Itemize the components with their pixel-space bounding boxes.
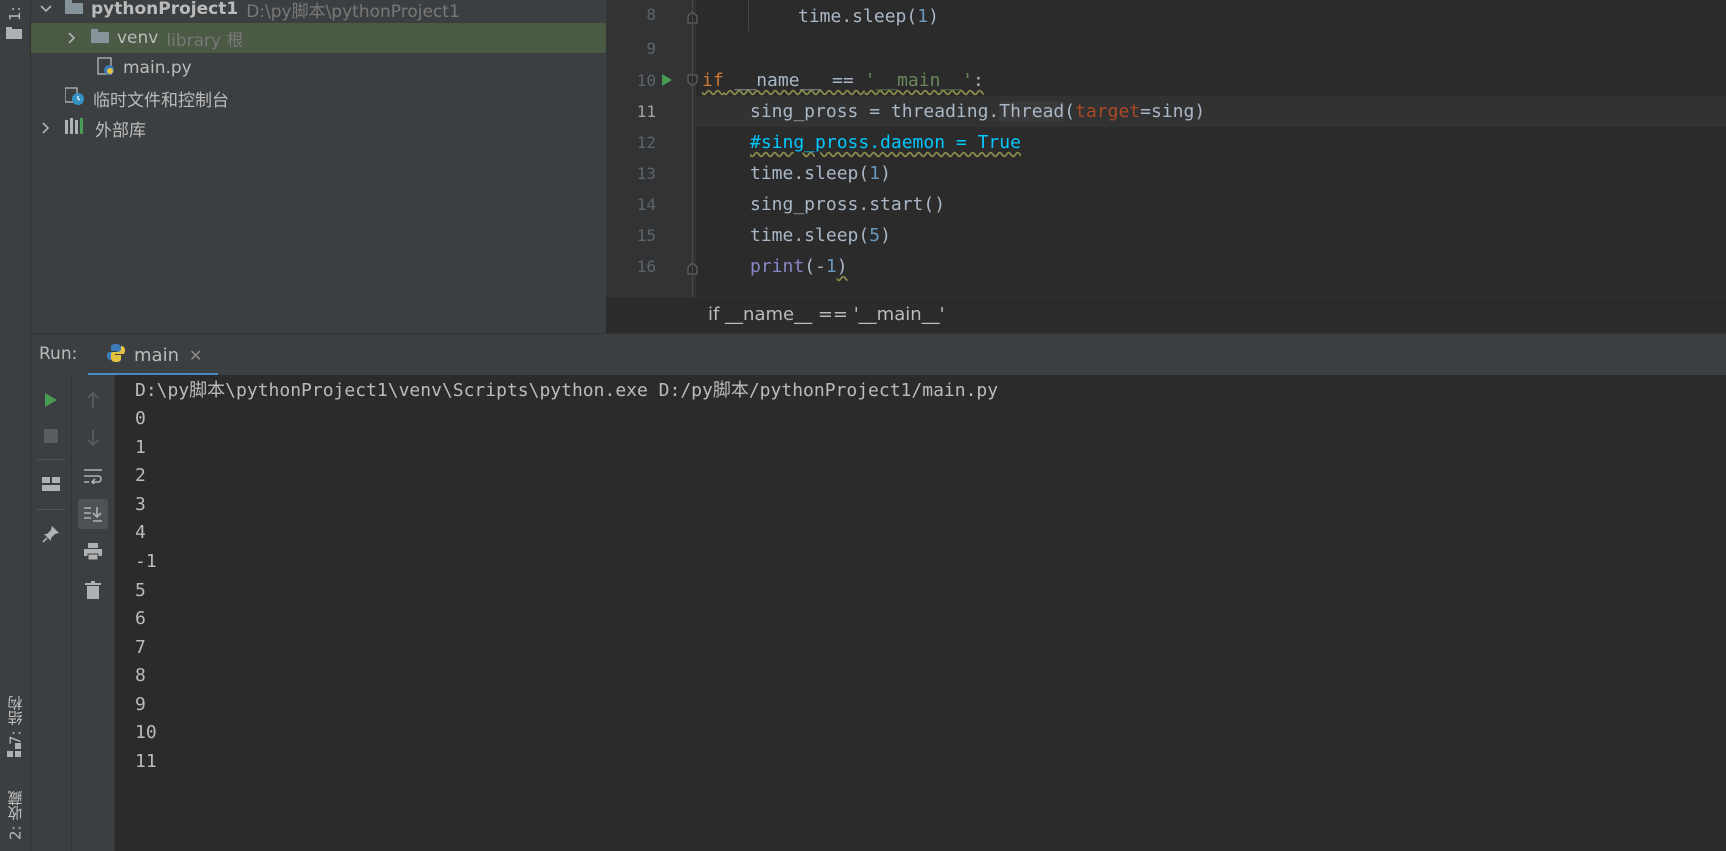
console-output-line: 11 — [135, 751, 157, 772]
tree-row-scratches[interactable]: 临时文件和控制台 — [31, 83, 606, 113]
python-file-icon — [97, 56, 115, 80]
run-panel-header: Run: main ✕ — [31, 333, 1726, 376]
layout-button[interactable] — [36, 469, 66, 499]
project-tab-label: 1: — [6, 6, 24, 22]
stop-button[interactable] — [36, 421, 66, 451]
root-folder-path: D:\py脚本\pythonProject1 — [246, 1, 460, 22]
tree-row-external-libs[interactable]: 外部库 — [31, 113, 606, 143]
console-output-line: 0 — [135, 408, 146, 429]
scroll-to-end-button[interactable] — [78, 499, 108, 529]
code-editor[interactable]: 8 9 10 11 12 13 14 15 16 time.sleep(1) i… — [606, 0, 1726, 297]
line-number: 15 — [636, 226, 656, 245]
chevron-down-icon[interactable] — [39, 2, 53, 16]
run-toolbar-primary — [31, 375, 72, 851]
code-line-8: time.sleep(1) — [798, 6, 939, 27]
pin-button[interactable] — [36, 519, 66, 549]
toolbar-divider — [37, 459, 65, 460]
scroll-up-button[interactable] — [78, 385, 108, 415]
console-command-line: D:\py脚本\pythonProject1\venv\Scripts\pyth… — [135, 380, 999, 401]
line-number: 11 — [636, 102, 656, 121]
clear-all-button[interactable] — [78, 575, 108, 605]
soft-wrap-button[interactable] — [78, 461, 108, 491]
tree-row-main-py[interactable]: main.py — [31, 53, 606, 83]
project-folder-icon — [6, 24, 22, 43]
line-number: 9 — [646, 39, 656, 58]
left-tool-strip: 1: 7: 结构 2: 收藏 — [0, 0, 31, 851]
console-output-line: 6 — [135, 608, 146, 629]
editor-gutter: 8 9 10 11 12 13 14 15 16 — [606, 0, 698, 297]
run-tab-main[interactable]: main ✕ — [88, 334, 218, 376]
run-gutter-icon[interactable] — [661, 72, 673, 91]
breadcrumb-item[interactable]: if __name__ == '__main__' — [708, 304, 945, 325]
external-libs-label: 外部库 — [95, 120, 146, 141]
editor-breadcrumb[interactable]: if __name__ == '__main__' — [606, 297, 1726, 334]
line-number: 14 — [636, 195, 656, 214]
console-output-line: 5 — [135, 580, 146, 601]
scratches-label: 临时文件和控制台 — [93, 90, 229, 111]
venv-library-hint: library 根 — [166, 30, 244, 51]
line-number: 12 — [636, 133, 656, 152]
run-console-output[interactable]: D:\py脚本\pythonProject1\venv\Scripts\pyth… — [115, 375, 1726, 851]
console-output-line: 4 — [135, 522, 146, 543]
line-number: 8 — [646, 5, 656, 24]
folder-icon — [65, 0, 83, 19]
console-output-line: 3 — [135, 494, 146, 515]
code-line-16: print(-1) — [750, 256, 848, 277]
console-output-line: 7 — [135, 637, 146, 658]
code-line-10: if __name__ == '__main__': — [702, 70, 984, 91]
print-button[interactable] — [78, 537, 108, 567]
line-number: 10 — [636, 71, 656, 90]
code-line-11: sing_pross = threading.Thread(target=sin… — [750, 101, 1206, 122]
run-tab-label: main — [134, 344, 179, 366]
console-output-line: 10 — [135, 722, 157, 743]
python-icon — [106, 343, 126, 368]
project-tree: pythonProject1 D:\py脚本\pythonProject1 ve… — [31, 0, 606, 333]
folder-icon — [91, 28, 109, 48]
run-label: Run: — [39, 344, 78, 364]
main-py-name: main.py — [123, 58, 192, 78]
toolbar-divider — [37, 509, 65, 510]
code-line-12: #sing_pross.daemon = True — [750, 132, 1021, 153]
line-number: 16 — [636, 257, 656, 276]
code-line-13: time.sleep(1) — [750, 163, 891, 184]
code-line-15: time.sleep(5) — [750, 225, 891, 246]
console-output-line: 1 — [135, 437, 146, 458]
indent-guide — [748, 0, 749, 31]
scroll-down-button[interactable] — [78, 423, 108, 453]
fold-guide — [692, 0, 693, 297]
console-output-line: 2 — [135, 465, 146, 486]
structure-icon — [7, 742, 21, 761]
rerun-button[interactable] — [36, 385, 66, 415]
run-toolbar-secondary — [72, 375, 115, 851]
venv-folder-name: venv — [117, 28, 159, 48]
console-output-line: 8 — [135, 665, 146, 686]
tree-row-root[interactable]: pythonProject1 D:\py脚本\pythonProject1 — [31, 0, 606, 24]
root-folder-name: pythonProject1 — [91, 0, 239, 19]
close-icon[interactable]: ✕ — [189, 346, 202, 365]
favorites-tool-tab[interactable]: 2: 收藏 — [2, 780, 28, 851]
tree-row-venv[interactable]: venv library 根 — [31, 23, 606, 53]
library-icon — [65, 117, 87, 139]
line-number: 13 — [636, 164, 656, 183]
scratches-clock-icon — [64, 86, 85, 111]
structure-tab-label: 7: 结构 — [6, 695, 25, 745]
chevron-right-icon[interactable] — [39, 121, 53, 135]
console-output-line: 9 — [135, 694, 146, 715]
code-line-14: sing_pross.start() — [750, 194, 946, 215]
console-output-line: -1 — [135, 551, 157, 572]
chevron-right-icon[interactable] — [65, 31, 79, 45]
favorites-tab-label: 2: 收藏 — [6, 790, 25, 841]
